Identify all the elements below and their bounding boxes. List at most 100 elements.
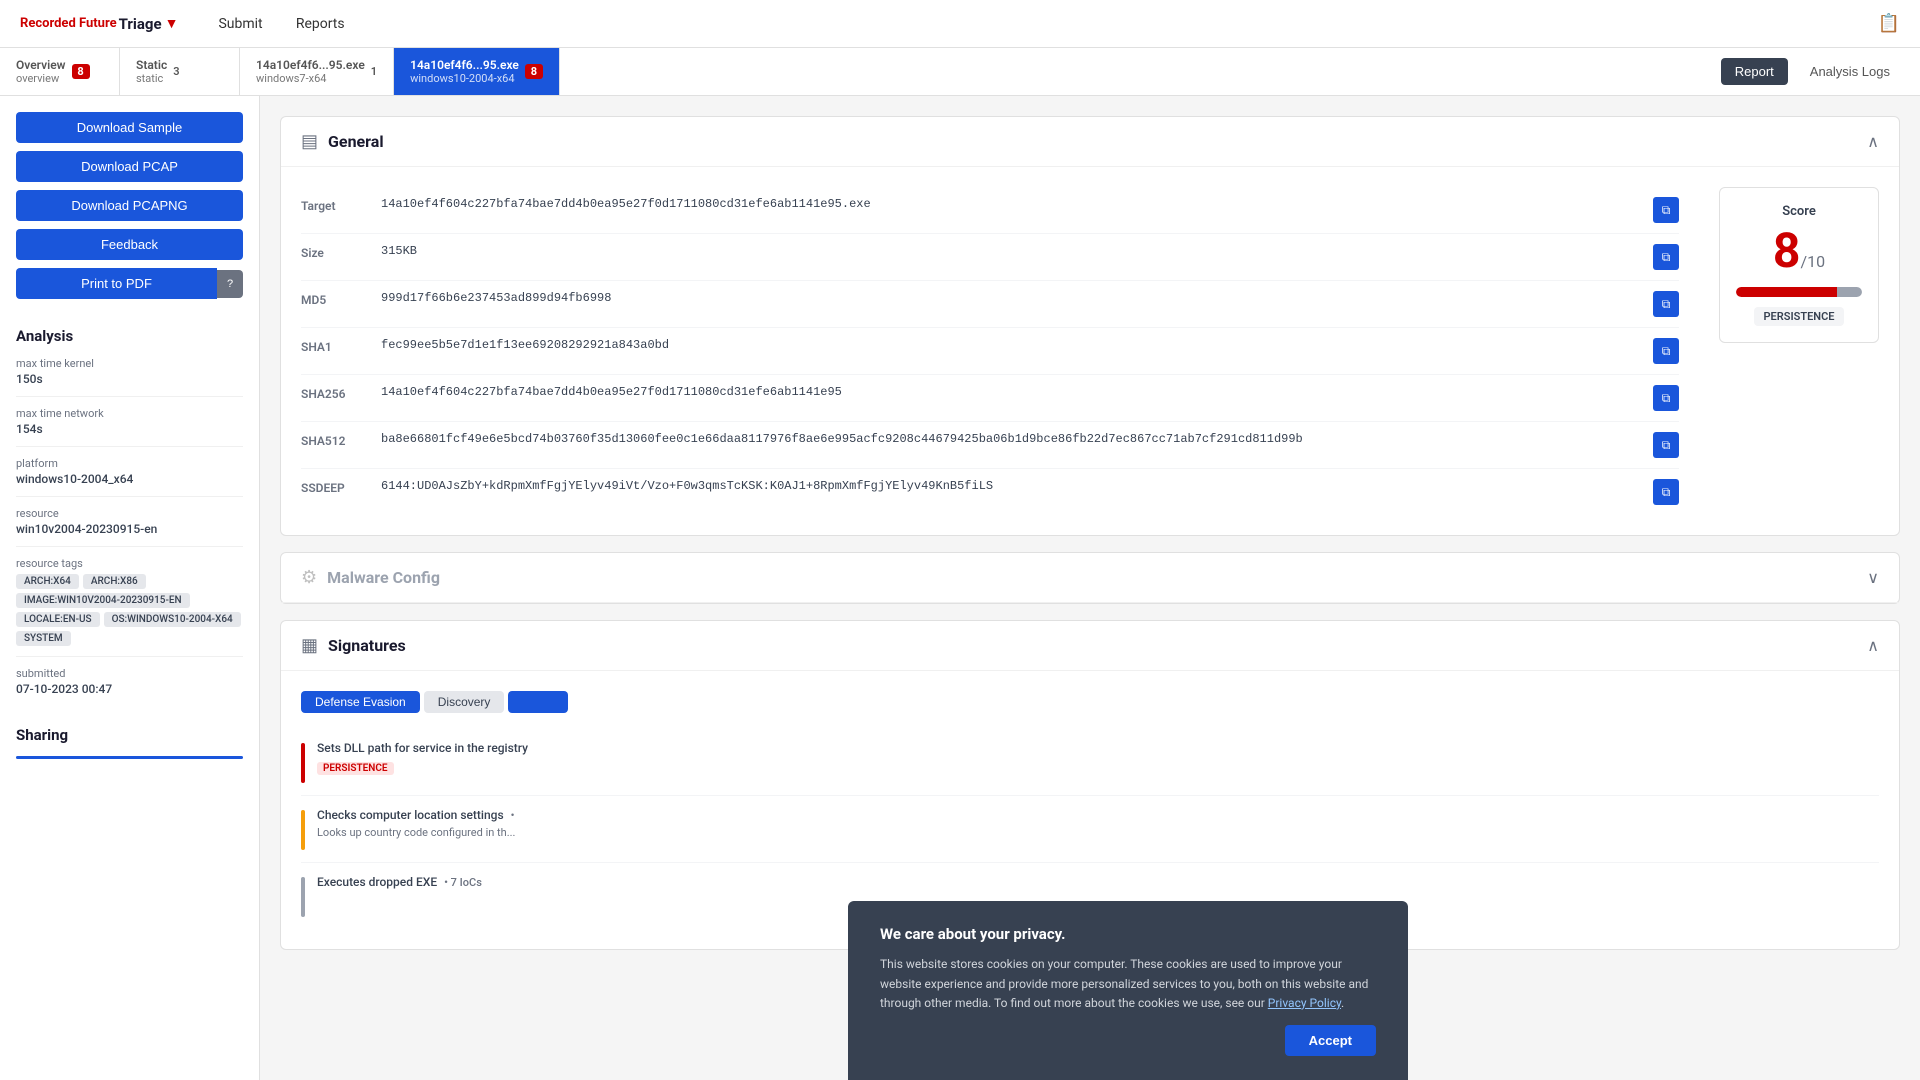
field-max-time-network: max time network 154s bbox=[16, 407, 243, 447]
tag-arch-x86: ARCH:X86 bbox=[83, 574, 146, 589]
general-layout: Target 14a10ef4f604c227bfa74bae7dd4b0ea9… bbox=[301, 187, 1879, 515]
field-resource-tags: resource tags ARCH:X64 ARCH:X86 IMAGE:WI… bbox=[16, 557, 243, 657]
general-icon: ▤ bbox=[301, 131, 318, 152]
field-resource: resource win10v2004-20230915-en bbox=[16, 507, 243, 547]
copy-target-button[interactable]: ⧉ bbox=[1653, 197, 1679, 223]
sig-tab-discovery[interactable]: Discovery bbox=[424, 691, 505, 713]
malware-config-icon: ⚙ bbox=[301, 567, 317, 588]
signatures-title: Signatures bbox=[328, 636, 406, 655]
cookie-privacy-link[interactable]: Privacy Policy bbox=[1268, 996, 1341, 1010]
sig-severity-gray-icon bbox=[301, 877, 305, 917]
copy-sha1-button[interactable]: ⧉ bbox=[1653, 338, 1679, 364]
signatures-icon: ▦ bbox=[301, 635, 318, 656]
general-card-body: Target 14a10ef4f604c227bfa74bae7dd4b0ea9… bbox=[281, 167, 1899, 535]
tag-locale: LOCALE:EN-US bbox=[16, 612, 100, 627]
tab-analysis2[interactable]: 14a10ef4f6...95.exe windows10-2004-x64 8 bbox=[394, 48, 560, 95]
analysis-logs-button[interactable]: Analysis Logs bbox=[1796, 58, 1904, 85]
report-btn-area: Report Analysis Logs bbox=[1705, 48, 1920, 95]
print-to-pdf-row: Print to PDF ? bbox=[16, 268, 243, 307]
score-tag: PERSISTENCE bbox=[1754, 307, 1845, 326]
score-max: /10 bbox=[1800, 252, 1825, 271]
sig-ioc-dot-1: • bbox=[511, 809, 515, 822]
nav-submit[interactable]: Submit bbox=[218, 16, 262, 32]
field-sha1: SHA1 fec99ee5b5e7d1e1f13ee69208292921a84… bbox=[301, 328, 1679, 375]
score-value: 8 bbox=[1773, 222, 1801, 279]
report-button[interactable]: Report bbox=[1721, 58, 1788, 85]
signature-tabs: Defense Evasion Discovery bbox=[301, 691, 1879, 713]
tab-static-count: 3 bbox=[173, 65, 179, 78]
sig-badge-0: PERSISTENCE bbox=[317, 762, 394, 775]
tag-image: IMAGE:WIN10V2004-20230915-EN bbox=[16, 593, 190, 608]
resource-tags-list: ARCH:X64 ARCH:X86 IMAGE:WIN10V2004-20230… bbox=[16, 574, 243, 646]
signatures-chevron-icon: ∧ bbox=[1867, 636, 1879, 655]
header-right: 📋 bbox=[1878, 13, 1900, 34]
field-size: Size 315KB ⧉ bbox=[301, 234, 1679, 281]
sig-title-2: Executes dropped EXE • 7 IoCs bbox=[317, 875, 1879, 889]
sharing-bar bbox=[16, 756, 243, 759]
sig-tab-defense-evasion[interactable]: Defense Evasion bbox=[301, 691, 420, 713]
tab-static[interactable]: Static static 3 bbox=[120, 48, 240, 95]
tab-bar: Overview overview 8 Static static 3 14a1… bbox=[0, 48, 1920, 96]
score-display: 8/10 bbox=[1736, 227, 1862, 275]
sidebar: Download Sample Download PCAP Download P… bbox=[0, 96, 260, 1080]
download-pcap-button[interactable]: Download PCAP bbox=[16, 151, 243, 182]
tab-analysis1[interactable]: 14a10ef4f6...95.exe windows7-x64 1 bbox=[240, 48, 394, 95]
book-icon[interactable]: 📋 bbox=[1878, 13, 1900, 34]
sig-subtitle-1: Looks up country code configured in th..… bbox=[317, 826, 1879, 839]
logo-triage: Triage bbox=[119, 15, 162, 33]
copy-size-button[interactable]: ⧉ bbox=[1653, 244, 1679, 270]
field-sha512: SHA512 ba8e66801fcf49e6e5bcd74b03760f35d… bbox=[301, 422, 1679, 469]
malware-config-header[interactable]: ⚙ Malware Config ∨ bbox=[281, 553, 1899, 603]
field-submitted: submitted 07-10-2023 00:47 bbox=[16, 667, 243, 706]
signatures-card-header[interactable]: ▦ Signatures ∧ bbox=[281, 621, 1899, 671]
nav-reports[interactable]: Reports bbox=[296, 16, 345, 32]
cookie-banner: We care about your privacy. This website… bbox=[848, 901, 1408, 1080]
copy-md5-button[interactable]: ⧉ bbox=[1653, 291, 1679, 317]
field-md5: MD5 999d17f66b6e237453ad899d94fb6998 ⧉ bbox=[301, 281, 1679, 328]
print-to-pdf-button[interactable]: Print to PDF bbox=[16, 268, 217, 299]
cookie-title: We care about your privacy. bbox=[880, 925, 1376, 943]
field-sha256: SHA256 14a10ef4f604c227bfa74bae7dd4b0ea9… bbox=[301, 375, 1679, 422]
tab-overview[interactable]: Overview overview 8 bbox=[0, 48, 120, 95]
general-card: ▤ General ∧ Target 14a10ef4f604c227bfa74… bbox=[280, 116, 1900, 536]
copy-sha256-button[interactable]: ⧉ bbox=[1653, 385, 1679, 411]
sig-severity-yellow-icon bbox=[301, 810, 305, 850]
sig-tab-3[interactable] bbox=[508, 691, 568, 713]
download-sample-button[interactable]: Download Sample bbox=[16, 112, 243, 143]
field-ssdeep: SSDEEP 6144:UD0AJsZbY+kdRpmXmfFgjYElyv49… bbox=[301, 469, 1679, 515]
malware-config-chevron-icon: ∨ bbox=[1867, 568, 1879, 587]
download-pcapng-button[interactable]: Download PCAPNG bbox=[16, 190, 243, 221]
general-chevron-icon: ∧ bbox=[1867, 132, 1879, 151]
logo: Recorded Future Triage ▼ bbox=[20, 15, 178, 33]
feedback-button[interactable]: Feedback bbox=[16, 229, 243, 260]
field-target: Target 14a10ef4f604c227bfa74bae7dd4b0ea9… bbox=[301, 187, 1679, 234]
general-fields: Target 14a10ef4f604c227bfa74bae7dd4b0ea9… bbox=[301, 187, 1679, 515]
copy-ssdeep-button[interactable]: ⧉ bbox=[1653, 479, 1679, 505]
general-card-header[interactable]: ▤ General ∧ bbox=[281, 117, 1899, 167]
logo-recorded-future: Recorded Future bbox=[20, 16, 117, 31]
copy-sha512-button[interactable]: ⧉ bbox=[1653, 432, 1679, 458]
malware-config-card: ⚙ Malware Config ∨ bbox=[280, 552, 1900, 604]
tab-analysis2-badge: 8 bbox=[525, 64, 543, 79]
score-label: Score bbox=[1736, 204, 1862, 219]
tab-overview-badge: 8 bbox=[72, 64, 90, 79]
logo-triangle-icon: ▼ bbox=[165, 15, 179, 32]
sig-item-0: Sets DLL path for service in the registr… bbox=[301, 729, 1879, 796]
field-max-time-kernel: max time kernel 150s bbox=[16, 357, 243, 397]
tag-arch-x64: ARCH:X64 bbox=[16, 574, 79, 589]
sig-severity-red-icon bbox=[301, 743, 305, 783]
field-platform: platform windows10-2004_x64 bbox=[16, 457, 243, 497]
sig-item-1: Checks computer location settings • Look… bbox=[301, 796, 1879, 863]
tag-system: SYSTEM bbox=[16, 631, 71, 646]
tab-analysis1-count: 1 bbox=[371, 65, 377, 78]
malware-config-title: Malware Config bbox=[327, 568, 440, 587]
main-nav: Submit Reports bbox=[218, 16, 374, 32]
cookie-accept-button[interactable]: Accept bbox=[1285, 1025, 1376, 1056]
header: Recorded Future Triage ▼ Submit Reports … bbox=[0, 0, 1920, 48]
print-to-pdf-help-button[interactable]: ? bbox=[217, 270, 243, 298]
sig-title-1: Checks computer location settings • bbox=[317, 808, 1879, 822]
score-bar bbox=[1736, 287, 1862, 297]
tag-os: OS:WINDOWS10-2004-X64 bbox=[104, 612, 241, 627]
score-panel: Score 8/10 PERSISTENCE bbox=[1719, 187, 1879, 343]
sharing-section: Sharing bbox=[16, 726, 243, 759]
